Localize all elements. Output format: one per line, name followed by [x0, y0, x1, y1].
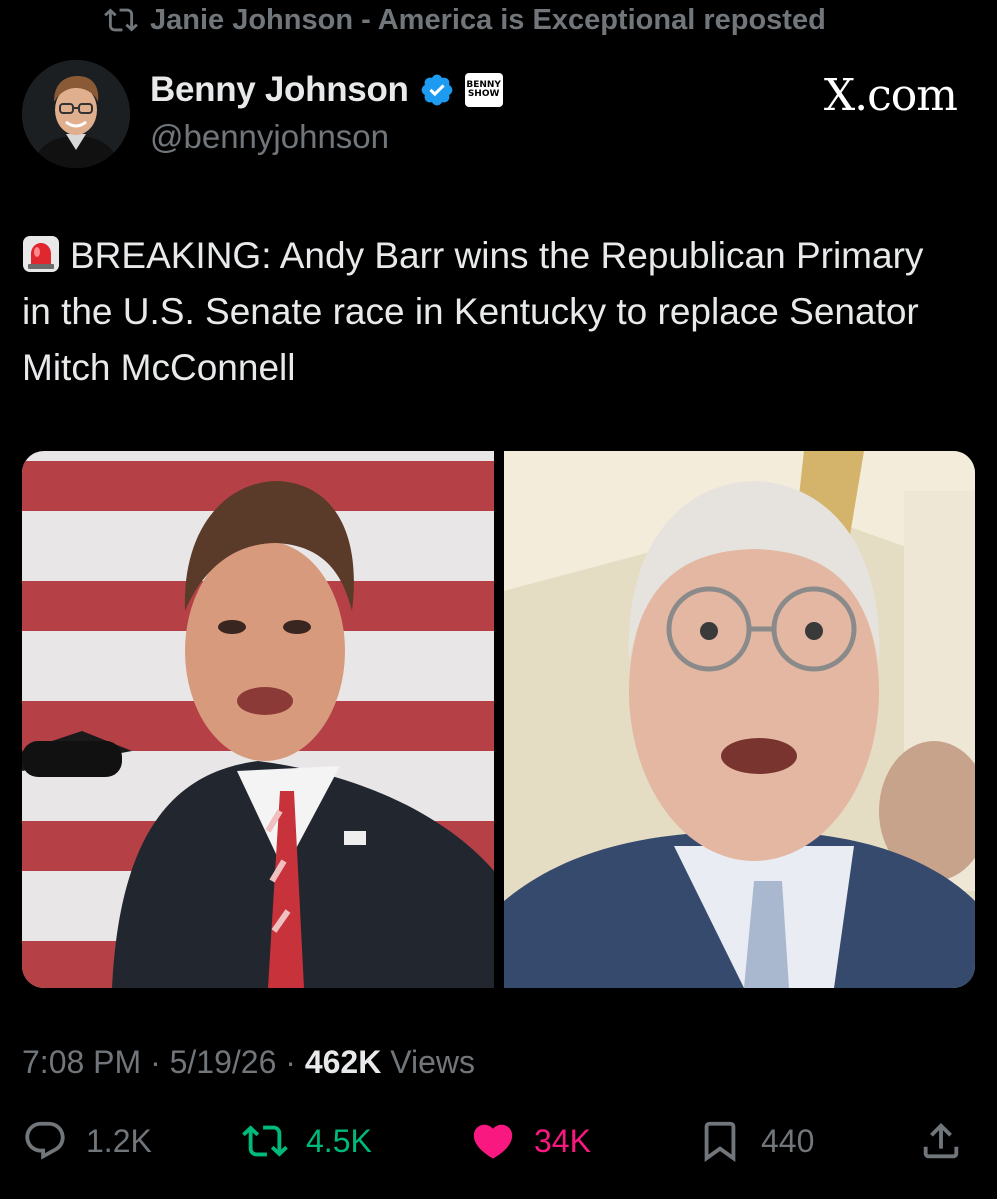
photo-left-image: [22, 451, 494, 988]
views-count: 462K: [304, 1044, 382, 1080]
repost-banner-text: Janie Johnson - America is Exceptional r…: [150, 3, 826, 36]
source-label: X.com: [823, 70, 958, 121]
meta-separator: ·: [150, 1044, 161, 1080]
photo-left[interactable]: [22, 451, 494, 988]
repost-banner[interactable]: Janie Johnson - America is Exceptional r…: [104, 2, 826, 38]
repost-button[interactable]: 4.5K: [242, 1118, 372, 1164]
share-button[interactable]: [918, 1118, 964, 1164]
repost-icon: [104, 8, 138, 32]
bookmark-count: 440: [761, 1122, 815, 1159]
repost-action-icon: [242, 1125, 288, 1157]
meta-separator-2: ·: [285, 1044, 296, 1080]
heart-icon: [473, 1124, 513, 1159]
reply-icon: [25, 1121, 65, 1160]
views-label: Views: [390, 1044, 475, 1080]
like-button[interactable]: 34K: [470, 1118, 591, 1164]
bookmark-button[interactable]: 440: [697, 1118, 814, 1164]
affiliate-badge-line2: SHOW: [467, 89, 500, 99]
tweet-actions: 1.2K 4.5K 34K 440: [0, 1118, 997, 1174]
reply-count: 1.2K: [86, 1122, 152, 1159]
repost-count: 4.5K: [306, 1122, 372, 1159]
photo-right[interactable]: [504, 451, 975, 988]
tweet-body: BREAKING: Andy Barr wins the Republican …: [22, 235, 924, 388]
reply-button[interactable]: 1.2K: [22, 1118, 152, 1164]
bookmark-icon: [704, 1121, 736, 1162]
verified-badge-icon: [421, 74, 452, 106]
avatar[interactable]: [22, 60, 130, 168]
share-icon: [923, 1122, 959, 1159]
author-name-row: Benny Johnson BENNY SHOW: [150, 70, 503, 110]
tweet-meta: 7:08 PM · 5/19/26 · 462K Views: [22, 1044, 475, 1081]
tweet-time[interactable]: 7:08 PM: [22, 1044, 141, 1080]
like-count: 34K: [534, 1122, 591, 1159]
author-handle[interactable]: @bennyjohnson: [150, 118, 389, 156]
affiliate-badge[interactable]: BENNY SHOW: [464, 73, 503, 107]
tweet-date[interactable]: 5/19/26: [170, 1044, 277, 1080]
siren-icon: [23, 236, 59, 272]
photo-right-image: [504, 451, 975, 988]
avatar-portrait: [22, 60, 130, 168]
author-name[interactable]: Benny Johnson: [150, 70, 409, 110]
tweet-media[interactable]: [22, 451, 975, 988]
tweet-text: BREAKING: Andy Barr wins the Republican …: [22, 228, 952, 396]
